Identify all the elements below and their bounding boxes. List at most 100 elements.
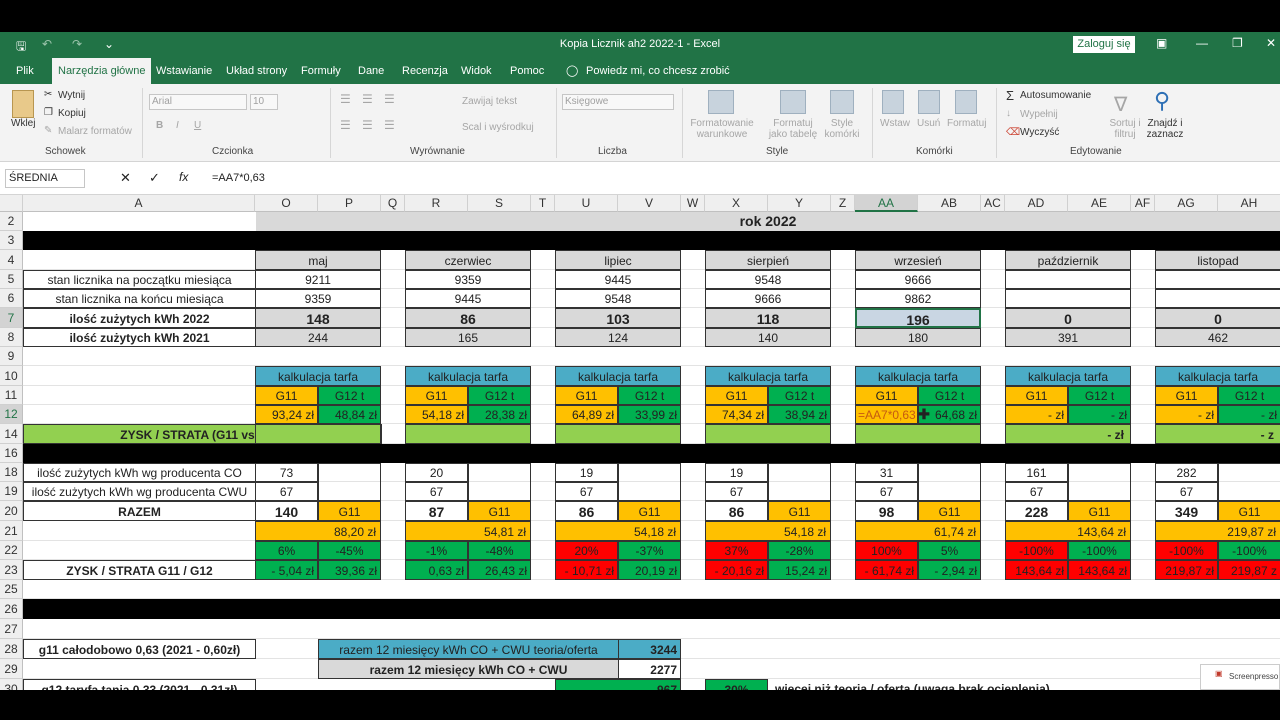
percent-g12[interactable]: -48% [468, 541, 531, 560]
formula-input[interactable]: =AA7*0,63 [212, 172, 265, 184]
row-header-27[interactable]: 27 [0, 619, 23, 639]
row-label-r18[interactable]: ilość zużytych kWh wg producenta CO [23, 463, 256, 482]
cell-styles-icon[interactable] [830, 90, 854, 114]
column-header-ab[interactable]: AB [918, 195, 981, 212]
g11-cost[interactable]: 74,34 zł [705, 405, 768, 424]
cut-icon[interactable]: ✂ [44, 89, 52, 100]
meter-end[interactable]: 9666 [705, 289, 831, 308]
summary-difference-percent[interactable]: 30% [705, 679, 768, 690]
tab-formulas[interactable]: Formuły [301, 58, 341, 84]
grid-row[interactable] [23, 580, 1280, 599]
kwh-2021[interactable]: 462 [1155, 328, 1280, 347]
minimize-icon[interactable]: — [1196, 36, 1208, 50]
row-header-23[interactable]: 23 [0, 560, 23, 580]
meter-start[interactable]: 9548 [705, 270, 831, 289]
meter-start[interactable]: 9445 [555, 270, 681, 289]
row-label-r19[interactable]: ilość zużytych kWh wg producenta CWU [23, 482, 256, 501]
g11-cost[interactable]: 64,89 zł [555, 405, 618, 424]
conditional-formatting-icon[interactable] [708, 90, 734, 114]
row-label-r6[interactable]: stan licznika na końcu miesiąca [23, 289, 256, 308]
profit-loss-g11[interactable]: 219,87 zł [1155, 560, 1218, 580]
paste-button[interactable]: Wklej [11, 118, 35, 129]
blank-cell[interactable] [618, 463, 681, 501]
row-header-14[interactable]: 14 [0, 424, 23, 444]
tab-insert[interactable]: Wstawianie [156, 58, 212, 84]
sort-filter-button[interactable]: Sortuj i filtruj [1106, 118, 1144, 140]
align-left-icon[interactable]: ☰ [340, 118, 351, 132]
row-header-5[interactable]: 5 [0, 270, 23, 289]
row-header-16[interactable]: 16 [0, 444, 23, 463]
percent-g11[interactable]: 100% [855, 541, 918, 560]
percent-g12[interactable]: -45% [318, 541, 381, 560]
format-as-table-icon[interactable] [780, 90, 806, 114]
conditional-formatting-button[interactable]: Formatowanie warunkowe [690, 118, 754, 140]
profit-loss-g12[interactable]: 20,19 zł [618, 560, 681, 580]
blank-cell[interactable] [918, 463, 981, 501]
autosum-icon[interactable]: Σ [1006, 88, 1014, 103]
column-header-ad[interactable]: AD [1005, 195, 1068, 212]
kwh-2022[interactable]: 86 [405, 308, 531, 328]
month-header[interactable]: październik [1005, 250, 1131, 270]
clear-icon[interactable]: ⌫ [1006, 127, 1020, 138]
cancel-icon[interactable]: ✕ [120, 170, 131, 186]
column-header-y[interactable]: Y [768, 195, 831, 212]
autosum-button[interactable]: Autosumowanie [1020, 90, 1091, 101]
tariff-calc-header[interactable]: kalkulacja tarfa [555, 366, 681, 386]
blank-cell[interactable] [1218, 463, 1280, 501]
column-header-w[interactable]: W [681, 195, 705, 212]
profit-loss-g11[interactable]: - 61,74 zł [855, 560, 918, 580]
blank-cell[interactable] [1068, 463, 1131, 501]
g12-cost[interactable]: 48,84 zł [318, 405, 381, 424]
g12-label[interactable]: G12 t [1068, 386, 1131, 405]
g11-label[interactable]: G11 [405, 386, 468, 405]
worksheet-grid[interactable]: A O P Q R S T U V W X Y Z AA AB AC AD AE AF AG AH 2 3 4 5 6 7 8 9 10 1… [0, 195, 1280, 690]
kwh-2021[interactable]: 165 [405, 328, 531, 347]
percent-g12[interactable]: -100% [1218, 541, 1280, 560]
insert-cells-button[interactable]: Wstaw [880, 118, 910, 129]
insert-cells-icon[interactable] [882, 90, 904, 114]
italic-button[interactable]: I [176, 120, 179, 131]
column-header-t[interactable]: T [531, 195, 555, 212]
row-header-25[interactable]: 25 [0, 580, 23, 599]
g12-label[interactable]: G12 t [918, 386, 981, 405]
row-label-r28[interactable]: g11 całodobowo 0,63 (2021 - 0,60zł) [23, 639, 256, 659]
align-center-icon[interactable]: ☰ [362, 118, 373, 132]
select-all-corner[interactable] [0, 195, 23, 212]
row-header-7[interactable]: 7 [0, 308, 23, 328]
meter-end[interactable]: 9548 [555, 289, 681, 308]
row-header-10[interactable]: 10 [0, 366, 23, 386]
blank-cell[interactable] [768, 463, 831, 501]
row-header-22[interactable]: 22 [0, 541, 23, 560]
row-header-28[interactable]: 28 [0, 639, 23, 659]
column-header-p[interactable]: P [318, 195, 381, 212]
g12-label[interactable]: G12 t [468, 386, 531, 405]
kwh-2021[interactable]: 124 [555, 328, 681, 347]
copy-icon[interactable]: ❐ [44, 107, 53, 118]
column-header-aa[interactable]: AA [855, 195, 918, 212]
total-tariff-label[interactable]: G11 [618, 501, 681, 521]
g11-cost[interactable]: - zł [1005, 405, 1068, 424]
close-icon[interactable]: ✕ [1266, 36, 1276, 50]
column-header-z[interactable]: Z [831, 195, 855, 212]
cell-cursor-icon[interactable]: ✚ [918, 407, 930, 421]
column-header-s[interactable]: S [468, 195, 531, 212]
black-band-row-16[interactable] [23, 444, 1280, 463]
total-cost[interactable]: 88,20 zł [255, 521, 381, 541]
g11-label[interactable]: G11 [855, 386, 918, 405]
column-header-q[interactable]: Q [381, 195, 405, 212]
align-right-icon[interactable]: ☰ [384, 118, 395, 132]
grid-row[interactable] [23, 347, 1280, 366]
profit-loss-g11-g12[interactable] [705, 424, 831, 444]
kwh-co[interactable]: 31 [855, 463, 918, 482]
summary-theory-label[interactable]: razem 12 miesięcy kWh CO + CWU teoria/of… [318, 639, 619, 659]
g11-label[interactable]: G11 [1155, 386, 1218, 405]
total-cost[interactable]: 54,18 zł [705, 521, 831, 541]
row-header-12[interactable]: 12 [0, 405, 23, 424]
meter-start[interactable]: 9666 [855, 270, 981, 289]
total-kwh[interactable]: 98 [855, 501, 918, 521]
g12-label[interactable]: G12 t [1218, 386, 1280, 405]
column-header-a[interactable]: A [23, 195, 255, 212]
find-select-button[interactable]: Znajdź i zaznacz [1144, 118, 1186, 140]
format-as-table-button[interactable]: Formatuj jako tabelę [764, 118, 822, 140]
percent-g12[interactable]: 5% [918, 541, 981, 560]
